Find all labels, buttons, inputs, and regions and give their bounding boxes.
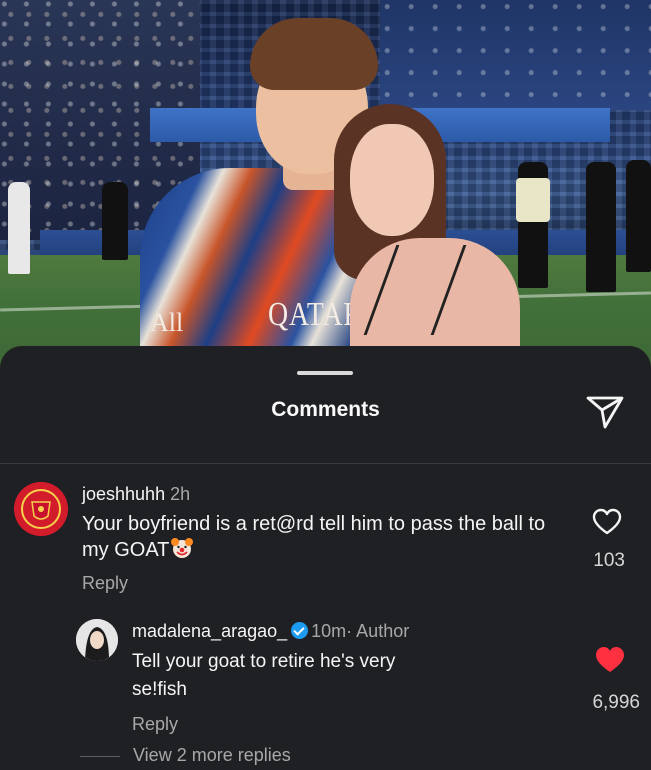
heart-filled-icon[interactable] <box>595 646 625 674</box>
comments-sheet: Comments joeshhuhh 2h Your boyfriend is … <box>0 346 651 770</box>
comment-text: Your boyfriend is a ret@rd tell him to p… <box>82 512 572 563</box>
background-photo: All QATAR <box>0 0 651 380</box>
comment-text: Tell your goat to retire he's very se!fi… <box>132 648 552 704</box>
safety-vest <box>516 178 550 222</box>
man-hair <box>250 18 378 90</box>
comment-username[interactable]: joeshhuhh 2h <box>82 484 190 505</box>
staff-person <box>586 162 616 292</box>
manchester-united-crest-icon <box>14 482 68 536</box>
comment-time: 10m <box>311 621 347 641</box>
staff-person <box>102 182 128 260</box>
author-label: Author <box>356 621 410 641</box>
crowd-right <box>380 0 651 110</box>
reply-button[interactable]: Reply <box>132 714 178 735</box>
profile-photo-icon <box>76 619 118 661</box>
username-text[interactable]: joeshhuhh <box>82 484 165 504</box>
divider <box>0 463 651 464</box>
staff-person <box>8 182 30 274</box>
drag-handle[interactable] <box>297 371 353 375</box>
username-text[interactable]: madalena_aragao_ <box>132 621 287 641</box>
comment-body: Your boyfriend is a ret@rd tell him to p… <box>82 513 546 561</box>
comment-line: se!fish <box>132 679 187 700</box>
reply-button[interactable]: Reply <box>82 573 128 594</box>
like-count: 103 <box>593 550 625 571</box>
jersey-text-all: All <box>150 308 184 337</box>
send-paper-plane-icon[interactable] <box>585 394 625 430</box>
comment-username[interactable]: madalena_aragao_ 10m· Author <box>132 621 409 642</box>
sheet-title: Comments <box>271 398 380 421</box>
avatar[interactable] <box>14 482 68 536</box>
jersey-text-qatar: QATAR <box>268 296 363 333</box>
comment-time: 2h <box>170 484 191 504</box>
avatar[interactable] <box>76 619 118 661</box>
heart-outline-icon[interactable] <box>592 508 622 536</box>
verified-badge-icon <box>291 622 309 639</box>
comment-line: Tell your goat to retire he's very <box>132 651 396 672</box>
thread-divider-line <box>80 756 120 757</box>
meta-separator: · <box>346 621 353 641</box>
staff-person <box>626 160 651 272</box>
like-count: 6,996 <box>592 692 640 713</box>
woman-face <box>350 124 434 236</box>
view-more-replies-button[interactable]: View 2 more replies <box>133 745 291 766</box>
clown-face-icon <box>171 538 194 558</box>
